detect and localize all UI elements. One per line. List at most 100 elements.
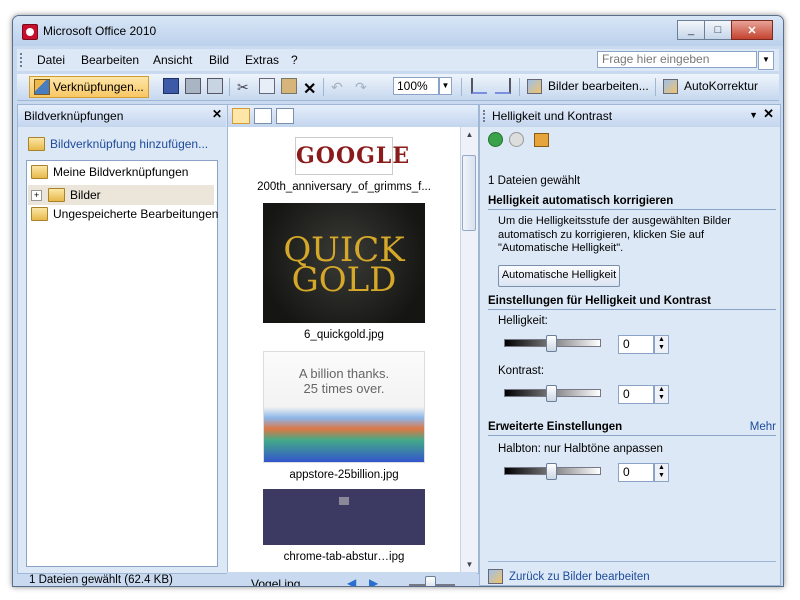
advanced-settings-section: Erweiterte Einstellungen Mehr xyxy=(488,421,776,436)
pane-title: Bildverknüpfungen xyxy=(18,105,226,127)
rotate-left-button[interactable] xyxy=(471,76,490,96)
print-preview-button[interactable] xyxy=(207,76,226,96)
links-button[interactable]: Verknüpfungen... xyxy=(29,76,149,98)
home-icon[interactable] xyxy=(534,132,549,147)
delete-button[interactable]: ✕ xyxy=(303,76,320,98)
contrast-slider-thumb[interactable] xyxy=(546,385,557,402)
zoom-slider-thumb[interactable] xyxy=(425,576,436,586)
brightness-spinner-icon[interactable]: ▲ ▼ xyxy=(654,335,669,354)
save-icon xyxy=(163,78,179,94)
copy-icon xyxy=(259,78,275,94)
menu-ansicht[interactable]: Ansicht xyxy=(153,53,192,67)
minimize-button[interactable]: _ xyxy=(677,20,705,40)
add-picture-shortcut-link[interactable]: Bildverknüpfung hinzufügen... xyxy=(28,137,208,151)
halftone-input[interactable]: 0 xyxy=(618,463,654,482)
app-window: Microsoft Office 2010 _ □ ✕ Datei Bearbe… xyxy=(12,15,784,587)
pane-menu-icon[interactable]: ▼ xyxy=(749,110,758,120)
forward-icon[interactable] xyxy=(509,132,524,147)
thumbnail-item[interactable]: GOOGLE 200th_anniversary_of_grimms_f... xyxy=(236,137,452,193)
shortcut-tree: Meine Bildverknüpfungen + Bilder Ungespe… xyxy=(26,160,218,567)
tree-item-unsaved-edits[interactable]: Ungespeicherte Bearbeitungen xyxy=(31,207,218,221)
halftone-spinner-icon[interactable]: ▲ ▼ xyxy=(654,463,669,482)
zoom-dropdown-icon[interactable]: ▼ xyxy=(439,77,452,95)
edit-pictures-button[interactable]: Bilder bearbeiten... xyxy=(527,76,649,96)
paste-icon xyxy=(281,78,297,94)
thumbnail-item[interactable]: QUICK GOLD 6_quickgold.jpg xyxy=(236,203,452,341)
thumbnail-scrollbar[interactable]: ▲ ▼ xyxy=(460,127,478,573)
title-bar[interactable]: Microsoft Office 2010 _ □ ✕ xyxy=(13,16,783,46)
scroll-thumb[interactable] xyxy=(462,155,476,231)
auto-brightness-section: Helligkeit automatisch korrigieren xyxy=(488,195,776,210)
filmstrip-view-icon[interactable] xyxy=(254,108,272,124)
picture-links-icon xyxy=(34,79,50,95)
zoom-select[interactable]: 100% xyxy=(393,77,439,95)
autocorrect-label: AutoKorrektur xyxy=(684,79,759,93)
redo-button[interactable]: ↷ xyxy=(355,76,372,96)
thumbnail-image: A billion thanks. 25 times over. xyxy=(263,351,425,463)
brightness-slider-thumb[interactable] xyxy=(546,335,557,352)
image-text: A billion thanks. xyxy=(298,366,390,381)
print-button[interactable] xyxy=(185,76,204,96)
back-icon[interactable] xyxy=(488,132,503,147)
halftone-label: Halbton: nur Halbtöne anpassen xyxy=(498,443,663,455)
previous-image-icon[interactable]: ◀ xyxy=(347,576,356,586)
contrast-spinner-icon[interactable]: ▲ ▼ xyxy=(654,385,669,404)
print-preview-icon xyxy=(207,78,223,94)
tree-label: Ungespeicherte Bearbeitungen xyxy=(53,207,219,221)
menu-bearbeiten[interactable]: Bearbeiten xyxy=(81,53,139,67)
ask-question-dropdown-icon[interactable]: ▼ xyxy=(758,51,774,70)
halftone-slider-thumb[interactable] xyxy=(546,463,557,480)
menu-grip[interactable] xyxy=(20,53,24,67)
folder-icon xyxy=(31,207,48,221)
tree-item-my-shortcuts[interactable]: Meine Bildverknüpfungen xyxy=(31,165,188,179)
ask-question-input[interactable]: Frage hier eingeben xyxy=(597,51,757,68)
expand-icon[interactable]: + xyxy=(31,189,42,201)
save-button[interactable] xyxy=(163,76,182,96)
thumbnail-item[interactable]: A billion thanks. 25 times over. appstor… xyxy=(236,351,452,481)
thumbnail-caption: chrome-tab-abstur…ipg xyxy=(283,551,405,563)
pane-close-icon[interactable]: ✕ xyxy=(212,107,222,121)
redo-icon: ↷ xyxy=(355,79,367,95)
thumbnail-view-icon[interactable] xyxy=(232,108,250,124)
autocorrect-button[interactable]: AutoKorrektur xyxy=(663,76,758,96)
thumbnail-caption: 200th_anniversary_of_grimms_f... xyxy=(257,181,431,193)
selected-count: 1 Dateien gewählt xyxy=(488,175,581,187)
folder-add-icon xyxy=(28,137,45,151)
more-link[interactable]: Mehr xyxy=(750,421,776,433)
close-button[interactable]: ✕ xyxy=(731,20,773,40)
menu-extras[interactable]: Extras xyxy=(245,53,279,67)
single-view-icon[interactable] xyxy=(276,108,294,124)
brightness-input[interactable]: 0 xyxy=(618,335,654,354)
back-link-label: Zurück zu Bilder bearbeiten xyxy=(509,570,650,583)
scissors-icon: ✂ xyxy=(237,79,249,95)
thumbnail-image: GOOGLE xyxy=(295,137,409,175)
standard-toolbar: Verknüpfungen... ✂ ✕ ↶ ↷ 100% ▼ Bilder b… xyxy=(17,74,779,101)
undo-button[interactable]: ↶ xyxy=(331,76,348,96)
scroll-down-icon[interactable]: ▼ xyxy=(461,557,478,573)
pane-grip[interactable] xyxy=(483,110,487,122)
paste-button[interactable] xyxy=(281,76,300,96)
contrast-label: Kontrast: xyxy=(498,365,545,377)
thumbnail-item[interactable]: chrome-tab-abstur…ipg xyxy=(236,489,452,563)
task-pane-title-text: Helligkeit und Kontrast xyxy=(492,109,613,123)
preview-status-bar: Vogel.jpg ◀ ▶ xyxy=(227,572,477,586)
menu-datei[interactable]: Datei xyxy=(37,53,65,67)
folder-icon xyxy=(48,188,65,202)
pane-close-icon[interactable]: ✕ xyxy=(763,106,774,122)
next-image-icon[interactable]: ▶ xyxy=(369,576,378,586)
selection-status: 1 Dateien gewählt (62.4 KB) xyxy=(29,574,173,586)
scroll-up-icon[interactable]: ▲ xyxy=(461,127,478,143)
menu-help[interactable]: ? xyxy=(291,53,298,67)
cut-button[interactable]: ✂ xyxy=(237,76,254,96)
links-button-label: Verknüpfungen... xyxy=(53,80,144,94)
add-shortcut-label: Bildverknüpfung hinzufügen... xyxy=(50,137,209,151)
auto-brightness-button[interactable]: Automatische Helligkeit xyxy=(498,265,620,287)
copy-button[interactable] xyxy=(259,76,278,96)
tree-item-bilder[interactable]: + Bilder xyxy=(28,185,214,205)
back-to-edit-pictures-link[interactable]: Zurück zu Bilder bearbeiten xyxy=(488,569,650,584)
window-title: Microsoft Office 2010 xyxy=(43,24,157,38)
menu-bild[interactable]: Bild xyxy=(209,53,229,67)
rotate-right-button[interactable] xyxy=(495,76,514,96)
maximize-button[interactable]: □ xyxy=(704,20,732,40)
contrast-input[interactable]: 0 xyxy=(618,385,654,404)
